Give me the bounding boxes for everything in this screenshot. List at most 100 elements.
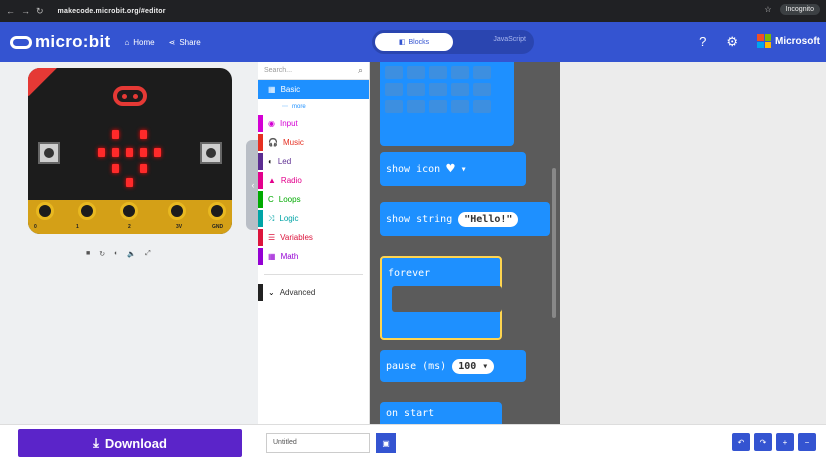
led <box>112 164 119 173</box>
blocks-icon: ◧ <box>398 39 406 46</box>
tab-javascript[interactable]: JavaScript <box>493 36 526 43</box>
on-start-block[interactable]: on start <box>380 402 502 424</box>
show-string-block[interactable]: show string "Hello!" <box>380 202 550 236</box>
editor-toggle: ◧ Blocks JavaScript <box>372 30 534 54</box>
category-radio[interactable]: ▲ Radio <box>258 171 369 190</box>
pin-1[interactable] <box>78 202 96 220</box>
string-value-input[interactable]: "Hello!" <box>458 211 519 227</box>
category-basic[interactable]: ▦ Basic <box>258 80 369 99</box>
incognito-badge[interactable]: Incognito <box>779 4 820 15</box>
block-label: on start <box>386 408 435 419</box>
category-music[interactable]: 🎧 Music <box>258 133 369 152</box>
show-icon-block[interactable]: show icon ♥ ▾ <box>380 152 526 186</box>
category-input[interactable]: ◉ Input <box>258 114 369 133</box>
category-advanced[interactable]: ⌄ Advanced <box>258 283 369 302</box>
simulator-controls: ■ ↻ ◐ 🔈 ⤢ <box>86 250 151 258</box>
list-icon: ☰ <box>268 233 276 242</box>
simulator-panel: 0 1 2 3V GND ■ ↻ ◐ 🔈 ⤢ <box>0 62 258 424</box>
led <box>112 148 119 157</box>
led <box>140 130 147 139</box>
pause-value-dropdown[interactable]: 100 ▾ <box>452 358 495 374</box>
block-label: show icon <box>386 163 441 175</box>
pause-block[interactable]: pause (ms) 100 ▾ <box>380 350 526 382</box>
pin-label: 3V <box>176 224 183 230</box>
browser-bar: ← → ↻ makecode.microbit.org/#editor ☆ In… <box>0 0 826 22</box>
pin-2[interactable] <box>120 202 138 220</box>
led-grid-input[interactable] <box>385 66 491 113</box>
undo-redo-zoom-group: ↶ ↷ + − <box>732 433 816 451</box>
search-icon[interactable]: ⌕ <box>358 65 363 76</box>
input-icon: ◉ <box>268 119 275 128</box>
category-basic-more[interactable]: ⋯ more <box>258 99 369 114</box>
slowmo-icon[interactable]: ◐ <box>114 250 118 258</box>
headphones-icon: 🎧 <box>268 138 278 147</box>
microsoft-brand[interactable]: Microsoft <box>757 34 820 48</box>
fullscreen-icon[interactable]: ⤢ <box>145 250 151 258</box>
logo-icon <box>10 35 32 49</box>
led <box>154 148 161 157</box>
save-icon: ▣ <box>382 438 390 448</box>
pin-label: 0 <box>34 224 37 230</box>
microsoft-label: Microsoft <box>775 35 820 47</box>
project-name-input[interactable]: Untitled <box>266 433 370 453</box>
star-icon[interactable]: ☆ <box>764 5 771 14</box>
blocks-tab-label: Blocks <box>408 38 430 46</box>
category-label: Logic <box>279 214 299 223</box>
zoom-out-button[interactable]: − <box>798 433 816 451</box>
led <box>140 164 147 173</box>
microbit-board: 0 1 2 3V GND <box>28 68 232 234</box>
share-icon: ⋖ <box>168 37 176 47</box>
category-label: Loops <box>278 195 301 204</box>
mute-icon[interactable]: 🔈 <box>127 250 136 258</box>
pause-value: 100 <box>458 360 477 372</box>
forward-icon[interactable]: → <box>21 6 30 17</box>
redo-button[interactable]: ↷ <box>754 433 772 451</box>
category-variables[interactable]: ☰ Variables <box>258 228 369 247</box>
basic-icon: ▦ <box>268 85 276 94</box>
refresh-icon: C <box>268 195 274 204</box>
category-loops[interactable]: C Loops <box>258 190 369 209</box>
heart-icon[interactable]: ♥ <box>446 161 454 177</box>
category-math[interactable]: ▦ Math <box>258 247 369 266</box>
download-button[interactable]: ⤓ Download <box>18 429 242 457</box>
chevron-down-icon: ⌄ <box>268 288 275 297</box>
gear-icon[interactable]: ⚙ <box>726 34 738 50</box>
pin-gnd[interactable] <box>208 202 226 220</box>
button-a[interactable] <box>38 142 60 164</box>
pin-label: 1 <box>76 224 79 230</box>
toolbox-search-input[interactable]: Search... ⌕ <box>258 62 369 80</box>
flyout-scrollbar[interactable] <box>552 168 556 318</box>
category-label: Variables <box>280 233 313 242</box>
help-icon[interactable]: ? <box>699 34 706 50</box>
pin-label: 2 <box>128 224 131 230</box>
restart-icon[interactable]: ↻ <box>99 250 105 258</box>
pin-0[interactable] <box>36 202 54 220</box>
category-logic[interactable]: ⤨ Logic <box>258 209 369 228</box>
button-b[interactable] <box>200 142 222 164</box>
home-icon: ⌂ <box>124 37 130 47</box>
pin-3v[interactable] <box>168 202 186 220</box>
save-button[interactable]: ▣ <box>376 433 396 453</box>
undo-button[interactable]: ↶ <box>732 433 750 451</box>
blocks-workspace[interactable] <box>560 62 826 424</box>
zoom-in-button[interactable]: + <box>776 433 794 451</box>
category-label: Music <box>282 138 304 147</box>
microsoft-logo-icon <box>757 34 771 48</box>
category-led[interactable]: ◐ Led <box>258 152 369 171</box>
microbit-logo[interactable]: micro:bit <box>10 32 110 52</box>
reload-icon[interactable]: ↻ <box>36 6 44 17</box>
category-label: Radio <box>280 176 302 185</box>
toolbox-divider <box>264 274 363 275</box>
address-bar[interactable]: makecode.microbit.org/#editor <box>58 8 166 15</box>
back-icon[interactable]: ← <box>6 6 15 17</box>
chevron-down-icon[interactable]: ▾ <box>461 164 467 175</box>
home-button[interactable]: ⌂ Home <box>124 38 154 47</box>
category-label: Math <box>280 252 299 261</box>
search-placeholder: Search... <box>264 67 293 74</box>
tab-blocks[interactable]: ◧ Blocks <box>375 33 453 51</box>
share-button[interactable]: ⋖ Share <box>169 38 201 47</box>
bottom-bar: ⤓ Download Untitled ▣ ↶ ↷ + − <box>0 424 826 460</box>
category-label: Input <box>279 119 298 128</box>
stop-icon[interactable]: ■ <box>86 250 90 258</box>
board-logo[interactable] <box>113 86 147 106</box>
